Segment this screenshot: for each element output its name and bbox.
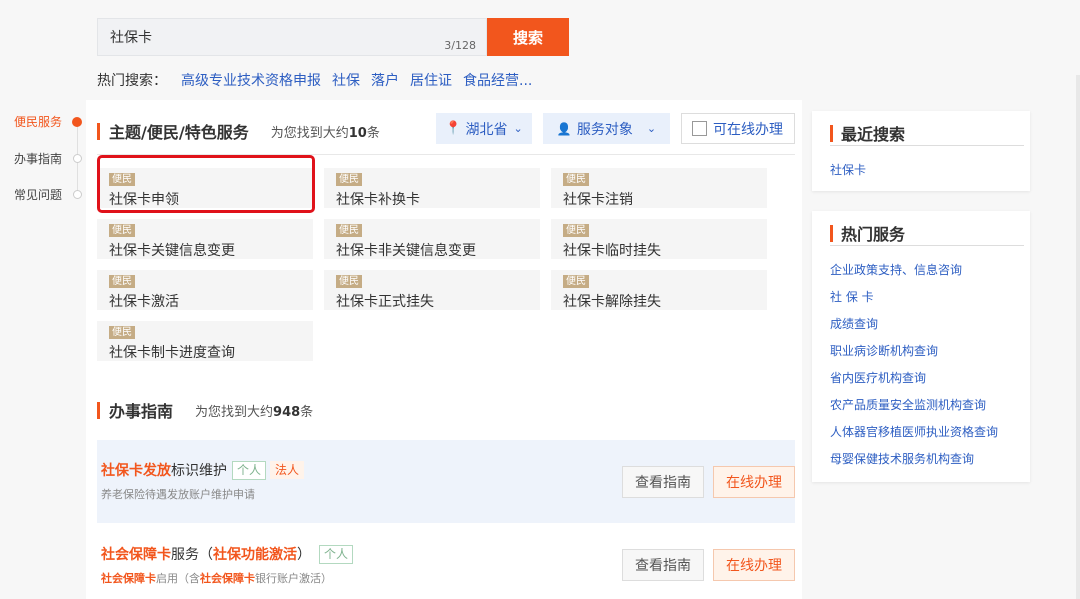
personal-badge: 个人 — [319, 544, 354, 564]
tag-badge: 便民 — [563, 173, 589, 186]
popular-service-link[interactable]: 社 保 卡 — [830, 288, 874, 305]
tag-badge: 便民 — [109, 224, 135, 237]
service-name: 社保卡激活 — [109, 294, 179, 310]
sidenav-item-faq[interactable]: 常见问题 — [14, 186, 82, 203]
service-name: 社保卡关键信息变更 — [109, 243, 235, 259]
service-tile[interactable]: 便民 社保卡关键信息变更 — [97, 219, 313, 259]
legal-badge: 法人 — [270, 461, 305, 479]
region-filter[interactable]: 📍 湖北省 ⌄ — [436, 113, 532, 144]
popular-service-link[interactable]: 母婴保健技术服务机构查询 — [830, 450, 974, 467]
tag-badge: 便民 — [336, 224, 362, 237]
service-name: 社保卡解除挂失 — [563, 294, 661, 310]
region-filter-label: 湖北省 — [465, 121, 508, 138]
chevron-down-icon: ⌄ — [646, 122, 657, 135]
services-found: 为您找到大约10条 — [270, 125, 380, 141]
popular-service-link[interactable]: 企业政策支持、信息咨询 — [830, 261, 962, 278]
recent-search-link[interactable]: 社保卡 — [830, 161, 866, 178]
guide-item-text: 社会保障卡 服务（ 社保功能激活） 个人 社会保障卡启用（含社会保障卡银行账户激活） — [101, 544, 354, 586]
guide-section-title: 办事指南 为您找到大约948条 — [97, 398, 313, 422]
guide-item-title[interactable]: 社保卡发放 标识维护 个人 法人 — [101, 460, 305, 480]
target-filter[interactable]: 👤 服务对象 ⌄ — [543, 113, 670, 144]
accent-bar — [97, 122, 100, 140]
divider — [830, 145, 1024, 146]
target-filter-label: 服务对象 — [576, 121, 633, 138]
sidenav-label: 办事指南 — [14, 152, 63, 166]
hot-keyword[interactable]: 落户 — [371, 70, 399, 90]
sidenav-label: 常见问题 — [14, 188, 63, 202]
hot-keyword[interactable]: 社保 — [332, 70, 360, 90]
view-guide-button[interactable]: 查看指南 — [622, 549, 704, 581]
service-name: 社保卡非关键信息变更 — [336, 243, 476, 259]
search-input[interactable] — [98, 19, 422, 55]
chevron-down-icon: ⌄ — [513, 122, 523, 135]
popular-service-link[interactable]: 省内医疗机构查询 — [830, 369, 926, 386]
tag-badge: 便民 — [563, 224, 589, 237]
online-filter-checkbox[interactable]: 可在线办理 — [681, 113, 795, 144]
highlight-box — [97, 155, 315, 213]
hot-keyword[interactable]: 食品经营... — [463, 70, 532, 90]
services-title: 主题/便民/特色服务 — [109, 123, 249, 142]
guide-item-title[interactable]: 社会保障卡 服务（ 社保功能激活） 个人 — [101, 544, 354, 564]
online-handle-button[interactable]: 在线办理 — [713, 466, 795, 498]
service-tile[interactable]: 便民 社保卡临时挂失 — [551, 219, 767, 259]
tag-badge: 便民 — [563, 275, 589, 288]
accent-bar — [97, 401, 100, 419]
service-name: 社保卡正式挂失 — [336, 294, 434, 310]
service-tile[interactable]: 便民 社保卡制卡进度查询 — [97, 321, 313, 361]
guide-item-subtitle: 社会保障卡启用（含社会保障卡银行账户激活） — [101, 572, 332, 585]
tag-badge: 便民 — [336, 173, 362, 186]
hot-keyword[interactable]: 居住证 — [410, 70, 452, 90]
hot-search-row: 热门搜索： 高级专业技术资格申报 社保 落户 居住证 食品经营... — [97, 70, 543, 90]
service-tile[interactable]: 便民 社保卡解除挂失 — [551, 270, 767, 310]
popular-services-card: 热门服务 企业政策支持、信息咨询 社 保 卡 成绩查询 职业病诊断机构查询 省内… — [812, 211, 1030, 482]
services-section-title: 主题/便民/特色服务 为您找到大约10条 — [97, 119, 380, 143]
service-name: 社保卡临时挂失 — [563, 243, 661, 259]
guide-item-text: 社保卡发放 标识维护 个人 法人 养老保险待遇发放账户维护申请 — [101, 460, 305, 502]
checkbox-icon[interactable] — [692, 121, 707, 136]
tag-badge: 便民 — [336, 275, 362, 288]
service-name: 社保卡注销 — [563, 192, 633, 208]
service-tile[interactable]: 便民 社保卡注销 — [551, 168, 767, 208]
view-guide-button[interactable]: 查看指南 — [622, 466, 704, 498]
hot-keyword[interactable]: 高级专业技术资格申报 — [181, 70, 321, 90]
popular-service-link[interactable]: 农产品质量安全监测机构查询 — [830, 396, 986, 413]
sidenav-item-convenience[interactable]: 便民服务 — [14, 113, 82, 130]
service-tile[interactable]: 便民 社保卡正式挂失 — [324, 270, 540, 310]
sidenav-label: 便民服务 — [14, 115, 63, 129]
search-box[interactable]: 3/128 — [97, 18, 487, 56]
online-handle-button[interactable]: 在线办理 — [713, 549, 795, 581]
online-filter-label: 可在线办理 — [713, 121, 783, 138]
service-name: 社保卡补换卡 — [336, 192, 420, 208]
guide-item[interactable]: 社保卡发放 标识维护 个人 法人 养老保险待遇发放账户维护申请 查看指南 在线办理 — [97, 440, 795, 523]
search-button[interactable]: 搜索 — [487, 18, 569, 56]
popular-service-link[interactable]: 成绩查询 — [830, 315, 878, 332]
popular-service-link[interactable]: 人体器官移植医师执业资格查询 — [830, 423, 998, 440]
guide-item-subtitle: 养老保险待遇发放账户维护申请 — [101, 488, 255, 501]
tag-badge: 便民 — [109, 326, 135, 339]
sidenav-dot — [73, 154, 82, 163]
person-icon: 👤 — [556, 121, 572, 136]
personal-badge: 个人 — [232, 460, 267, 480]
divider — [830, 245, 1024, 246]
service-tile[interactable]: 便民 社保卡激活 — [97, 270, 313, 310]
service-tile[interactable]: 便民 社保卡非关键信息变更 — [324, 219, 540, 259]
guide-title: 办事指南 — [109, 402, 174, 421]
service-tile[interactable]: 便民 社保卡补换卡 — [324, 168, 540, 208]
guide-found: 为您找到大约948条 — [195, 404, 314, 420]
sidenav-item-guide[interactable]: 办事指南 — [14, 150, 82, 167]
scrollbar-track[interactable] — [1076, 75, 1080, 599]
location-pin-icon: 📍 — [445, 121, 462, 136]
hot-search-label: 热门搜索： — [97, 73, 167, 89]
sidenav-dot-active — [72, 116, 82, 127]
recent-search-card: 最近搜索 社保卡 — [812, 111, 1030, 191]
tag-badge: 便民 — [109, 275, 135, 288]
search-char-count: 3/128 — [444, 39, 476, 52]
popular-service-link[interactable]: 职业病诊断机构查询 — [830, 342, 938, 359]
recent-search-title: 最近搜索 — [830, 121, 905, 145]
service-name: 社保卡制卡进度查询 — [109, 345, 235, 361]
guide-item[interactable]: 社会保障卡 服务（ 社保功能激活） 个人 社会保障卡启用（含社会保障卡银行账户激活）… — [97, 524, 795, 599]
sidenav-dot — [73, 190, 82, 199]
popular-services-title: 热门服务 — [830, 221, 905, 245]
